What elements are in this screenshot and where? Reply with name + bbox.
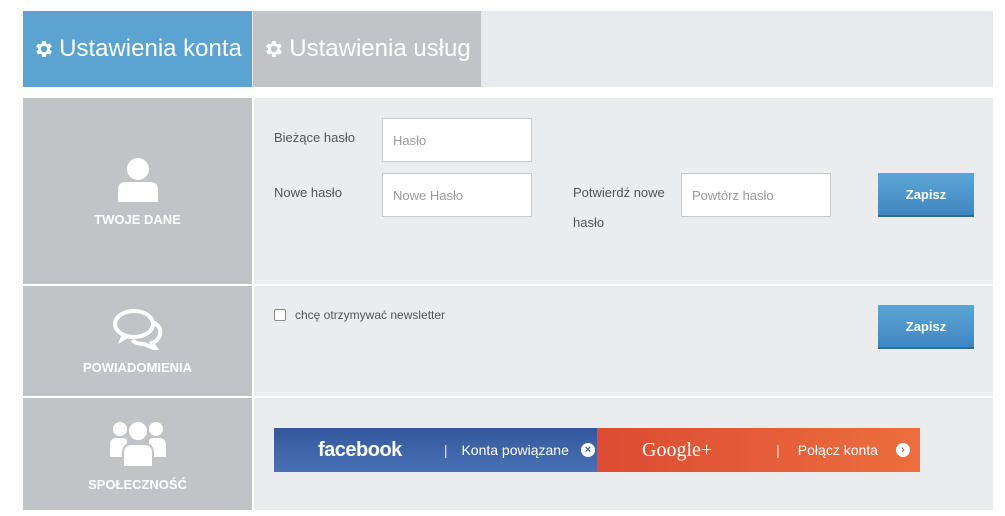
newsletter-option[interactable]: chcę otrzymywać newsletter	[274, 308, 445, 322]
tab-label: Ustawienia usług	[289, 35, 471, 62]
profile-panel: Bieżące hasło Nowe hasło Potwierdź nowe …	[254, 98, 993, 284]
notifications-panel: chcę otrzymywać newsletter Zapisz	[254, 286, 993, 396]
save-notifications-button[interactable]: Zapisz	[878, 305, 974, 349]
new-password-field[interactable]	[382, 173, 532, 217]
social-connect-bar: facebook | Konta powiązane × Google+ | P…	[274, 428, 920, 472]
facebook-linked-accounts-button[interactable]: facebook | Konta powiązane ×	[274, 428, 597, 472]
separator: |	[776, 442, 780, 458]
notifications-sidebar: POWIADOMIENIA	[23, 286, 252, 396]
confirm-password-field[interactable]	[681, 173, 831, 217]
google-plus-logo: Google+	[642, 438, 713, 461]
confirm-password-label-line2: hasło	[573, 215, 605, 230]
arrow-right-icon[interactable]: ›	[895, 443, 910, 457]
new-password-label: Nowe hasło	[274, 185, 342, 200]
profile-sidebar: TWOJE DANE	[23, 98, 252, 284]
google-connect-button[interactable]: Google+ | Połącz konta ›	[597, 428, 920, 472]
notifications-section: POWIADOMIENIA chcę otrzymywać newsletter…	[23, 286, 993, 396]
newsletter-label: chcę otrzymywać newsletter	[295, 308, 446, 322]
tab-bar: Ustawienia konta Ustawienia usług	[23, 11, 993, 87]
save-password-button[interactable]: Zapisz	[878, 173, 974, 217]
separator: |	[443, 442, 448, 458]
social-panel: facebook | Konta powiązane × Google+ | P…	[254, 398, 993, 510]
chat-bubbles-icon	[112, 308, 162, 350]
newsletter-checkbox[interactable]	[274, 309, 286, 321]
gear-icon	[36, 41, 53, 57]
facebook-logo: facebook	[318, 438, 402, 461]
close-icon[interactable]: ×	[580, 443, 595, 457]
social-sidebar: SPOŁECZNOŚĆ	[23, 398, 252, 510]
section-title: TWOJE DANE	[94, 211, 181, 227]
section-title: SPOŁECZNOŚĆ	[88, 476, 187, 492]
profile-section: TWOJE DANE Bieżące hasło Nowe hasło Potw…	[23, 98, 993, 284]
section-title: POWIADOMIENIA	[82, 359, 193, 375]
facebook-link-text: Konta powiązane	[461, 442, 569, 458]
tab-service-settings[interactable]: Ustawienia usług	[253, 11, 481, 87]
current-password-field[interactable]	[382, 118, 532, 162]
google-link-text: Połącz konta	[797, 442, 878, 458]
group-icon	[109, 419, 166, 467]
current-password-label: Bieżące hasło	[274, 130, 355, 145]
user-icon	[117, 157, 158, 202]
confirm-password-label: Potwierdź nowe	[573, 185, 665, 200]
gear-icon	[266, 41, 283, 57]
tab-label: Ustawienia konta	[59, 35, 242, 62]
social-section: SPOŁECZNOŚĆ facebook | Konta powiązane ×…	[23, 398, 993, 510]
tab-account-settings[interactable]: Ustawienia konta	[23, 11, 252, 87]
